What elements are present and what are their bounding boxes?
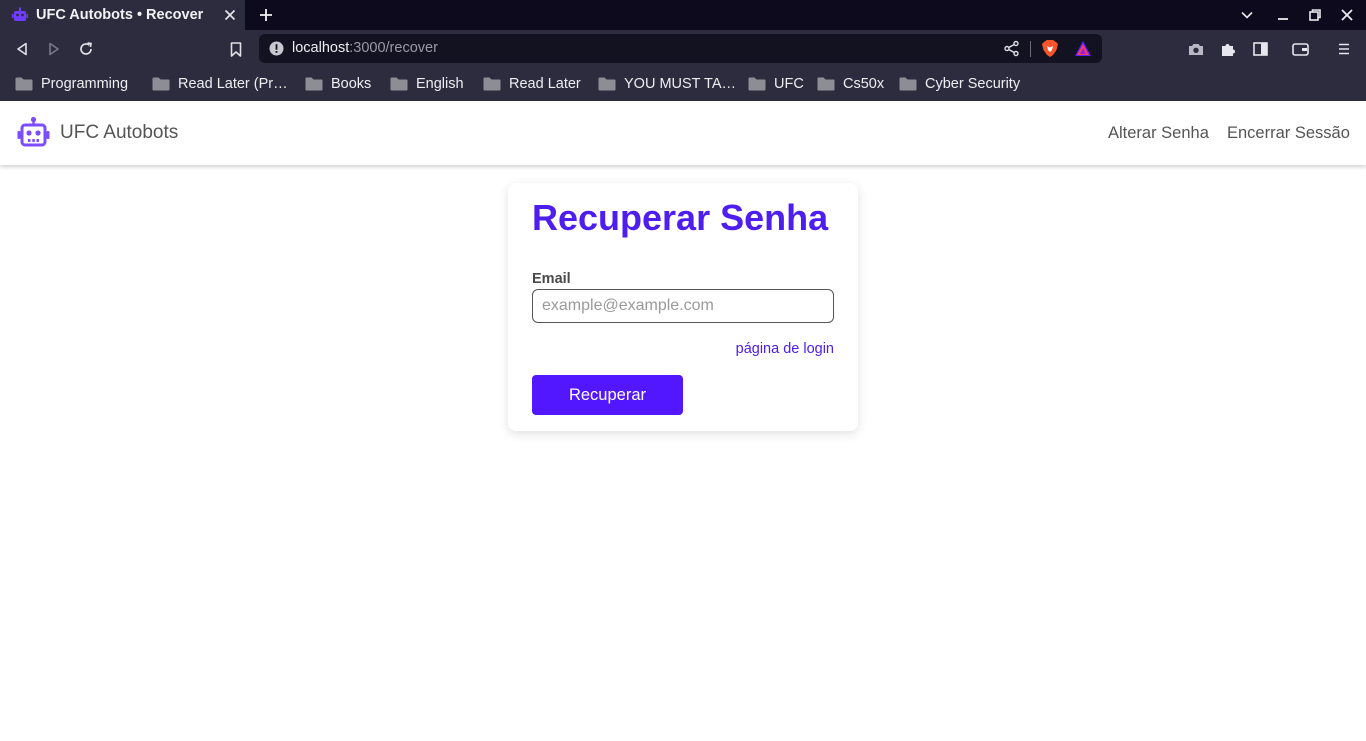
brand-link[interactable]: UFC Autobots <box>17 116 178 149</box>
brave-lion-icon[interactable] <box>1041 39 1059 58</box>
folder-icon <box>748 77 766 91</box>
wallet-icon[interactable] <box>1289 38 1311 60</box>
url-divider <box>1030 41 1031 57</box>
bookmark-folder-read-later[interactable]: Read Later <box>483 73 581 95</box>
bookmark-folder-cyber-security[interactable]: Cyber Security <box>899 73 1020 95</box>
login-page-link[interactable]: página de login <box>736 341 834 357</box>
folder-icon <box>817 77 835 91</box>
bookmark-folder-programming[interactable]: Programming <box>15 73 128 95</box>
email-label: Email <box>532 271 571 287</box>
robot-logo-icon <box>17 116 50 147</box>
puzzle-icon[interactable] <box>1217 38 1239 60</box>
bookmark-folder-books[interactable]: Books <box>305 73 371 95</box>
folder-icon <box>483 77 501 91</box>
info-icon[interactable] <box>269 41 284 56</box>
tab-search-chevron-icon[interactable] <box>1237 5 1257 25</box>
bookmark-icon[interactable] <box>225 38 247 60</box>
brand-name: UFC Autobots <box>60 121 179 143</box>
bookmark-folder-cs50x[interactable]: Cs50x <box>817 73 884 95</box>
nav-link-alterar-senha[interactable]: Alterar Senha <box>1108 124 1209 143</box>
restore-icon[interactable] <box>1305 5 1325 25</box>
bookmark-folder-read-later-pr[interactable]: Read Later (Pr… <box>152 73 288 95</box>
forward-icon[interactable] <box>43 38 65 60</box>
address-bar[interactable]: localhost:3000/recover <box>259 34 1102 63</box>
browser-tab-strip: UFC Autobots • Recover <box>0 0 1366 30</box>
recover-submit-button[interactable]: Recuperar <box>532 375 683 415</box>
bookmark-folder-you-must-ta[interactable]: YOU MUST TA… <box>598 73 736 95</box>
reload-icon[interactable] <box>75 38 97 60</box>
folder-icon <box>390 77 408 91</box>
nav-link-encerrar-sessao[interactable]: Encerrar Sessão <box>1227 124 1350 143</box>
folder-icon <box>152 77 170 91</box>
folder-icon <box>15 77 33 91</box>
camera-icon[interactable] <box>1185 38 1207 60</box>
rewards-triangle-icon[interactable] <box>1074 40 1092 57</box>
hamburger-menu-icon[interactable] <box>1333 38 1355 60</box>
app-navbar: UFC Autobots Alterar Senha Encerrar Sess… <box>0 101 1366 165</box>
recover-card: Recuperar Senha Email página de login Re… <box>508 183 858 431</box>
tab-close-icon[interactable] <box>221 6 239 24</box>
page-title: Recuperar Senha <box>532 197 829 238</box>
email-input[interactable] <box>532 289 834 323</box>
robot-favicon-icon <box>12 7 28 23</box>
folder-icon <box>305 77 323 91</box>
new-tab-plus-icon[interactable] <box>256 5 276 25</box>
tab-title: UFC Autobots • Recover <box>36 7 204 23</box>
share-icon[interactable] <box>1003 40 1020 57</box>
folder-icon <box>598 77 616 91</box>
sidebar-icon[interactable] <box>1249 38 1271 60</box>
url-text[interactable]: localhost:3000/recover <box>292 40 438 56</box>
back-icon[interactable] <box>11 38 33 60</box>
browser-tab-active[interactable]: UFC Autobots • Recover <box>0 0 245 30</box>
bookmark-folder-english[interactable]: English <box>390 73 464 95</box>
browser-toolbar: localhost:3000/recover <box>0 30 1366 67</box>
bookmark-folder-ufc[interactable]: UFC <box>748 73 804 95</box>
bookmarks-bar: Programming Read Later (Pr… Books Englis… <box>0 67 1366 101</box>
close-window-icon[interactable] <box>1337 5 1357 25</box>
folder-icon <box>899 77 917 91</box>
minimize-icon[interactable] <box>1273 5 1293 25</box>
